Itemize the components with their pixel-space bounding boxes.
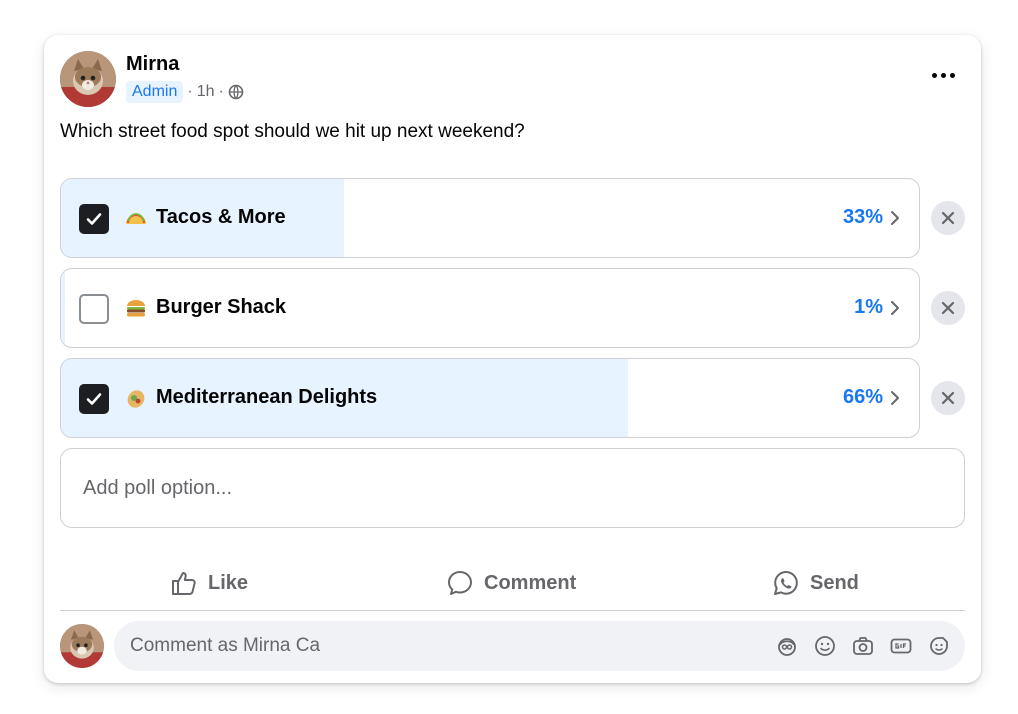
dot-icon: [931, 72, 937, 78]
poll-checkbox[interactable]: [79, 204, 109, 234]
gif-icon[interactable]: [889, 634, 913, 658]
dot-icon: [940, 72, 946, 78]
avatar-sticker-icon[interactable]: [775, 634, 799, 658]
remove-option-button[interactable]: [931, 381, 965, 415]
chevron-right-icon: [889, 209, 901, 227]
send-button[interactable]: Send: [772, 563, 859, 603]
post-time[interactable]: 1h: [197, 83, 215, 101]
meta-separator: ·: [218, 83, 224, 100]
comment-label: Comment: [484, 571, 577, 594]
author-avatar[interactable]: [60, 51, 116, 107]
like-label: Like: [208, 571, 249, 594]
comment-tools: [775, 634, 965, 658]
comment-input[interactable]: [114, 634, 775, 658]
chevron-right-icon: [889, 389, 901, 407]
like-button[interactable]: Like: [170, 563, 248, 603]
taco-icon: [124, 206, 148, 230]
poll-option-percent[interactable]: 33%: [843, 206, 883, 229]
chevron-right-icon: [889, 299, 901, 317]
post-card: Mirna Admin · 1h · Which street food spo…: [44, 35, 981, 683]
send-label: Send: [810, 571, 859, 594]
poll-option-percent[interactable]: 66%: [843, 386, 883, 409]
remove-option-button[interactable]: [931, 201, 965, 235]
sticker-icon[interactable]: [927, 634, 951, 658]
comment-composer: [114, 621, 965, 671]
add-poll-option-input[interactable]: [60, 448, 965, 528]
poll-option-burger[interactable]: Burger Shack 1%: [60, 268, 920, 348]
whatsapp-icon: [774, 571, 798, 595]
poll-checkbox[interactable]: [79, 294, 109, 324]
burger-icon: [124, 296, 148, 320]
post-actions: Like Comment Send: [60, 563, 965, 611]
commenter-avatar[interactable]: [60, 624, 104, 668]
author-name[interactable]: Mirna: [126, 53, 179, 76]
camera-icon[interactable]: [851, 634, 875, 658]
poll-option-label: Tacos & More: [156, 206, 286, 228]
more-options-button[interactable]: [925, 61, 961, 89]
poll-result-bar: [61, 269, 65, 347]
poll-checkbox[interactable]: [79, 384, 109, 414]
role-badge[interactable]: Admin: [126, 81, 184, 103]
thumbs-up-icon: [172, 572, 196, 595]
emoji-icon[interactable]: [813, 634, 837, 658]
comment-button[interactable]: Comment: [446, 563, 576, 603]
poll-option-label: Burger Shack: [156, 296, 287, 318]
dot-icon: [949, 72, 955, 78]
post-text: Which street food spot should we hit up …: [60, 121, 525, 142]
close-icon: [941, 301, 955, 315]
post-meta: Admin · 1h ·: [126, 81, 244, 103]
remove-option-button[interactable]: [931, 291, 965, 325]
globe-icon[interactable]: [228, 84, 244, 100]
poll-option-mediterranean[interactable]: Mediterranean Delights 66%: [60, 358, 920, 438]
meta-separator: ·: [187, 83, 193, 100]
poll-option-percent[interactable]: 1%: [854, 296, 883, 319]
close-icon: [941, 391, 955, 405]
poll-option-tacos[interactable]: Tacos & More 33%: [60, 178, 920, 258]
falafel-icon: [124, 386, 148, 410]
poll-option-label: Mediterranean Delights: [156, 386, 378, 408]
close-icon: [941, 211, 955, 225]
comment-icon: [448, 571, 472, 595]
